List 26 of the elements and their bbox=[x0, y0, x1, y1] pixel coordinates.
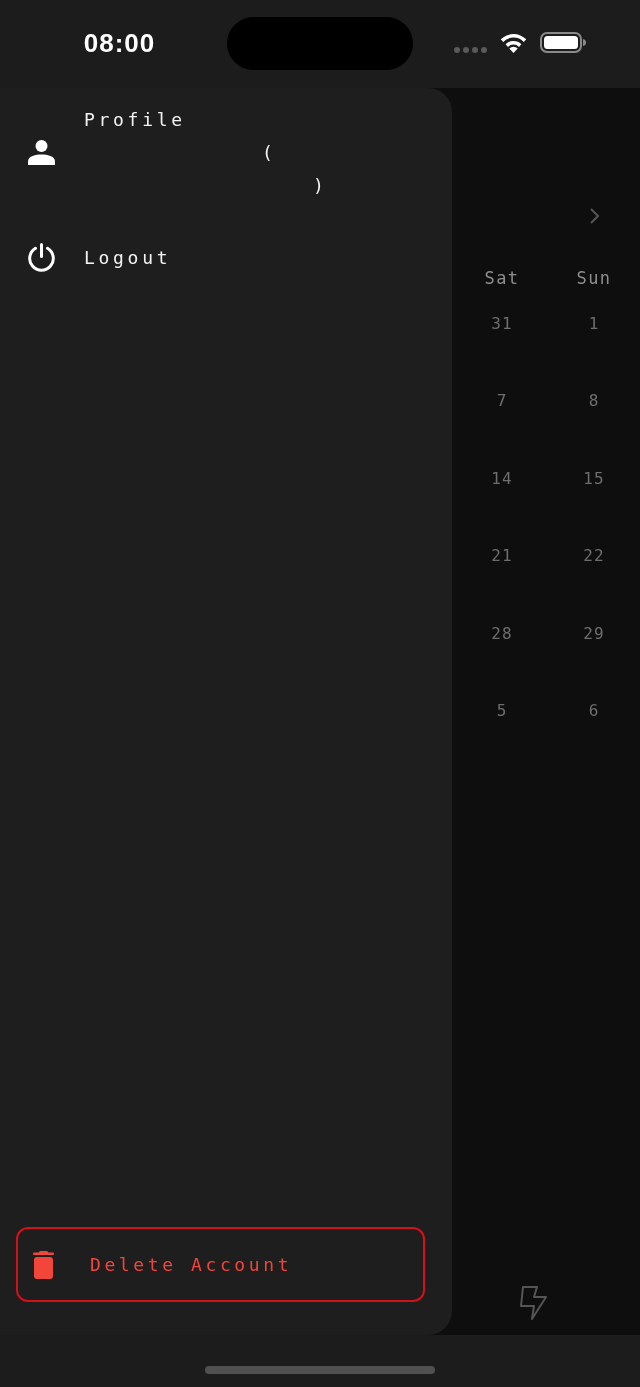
calendar-day[interactable]: 15 bbox=[583, 466, 605, 491]
calendar-day[interactable]: 7 bbox=[496, 389, 508, 414]
calendar-day[interactable]: 22 bbox=[583, 544, 605, 569]
trash-icon bbox=[33, 1250, 54, 1279]
calendar-day[interactable]: 8 bbox=[588, 389, 600, 414]
weekday-label: Sun bbox=[576, 267, 612, 290]
wifi-icon bbox=[500, 32, 527, 53]
calendar-day[interactable]: 28 bbox=[491, 621, 513, 646]
calendar-day[interactable]: 6 bbox=[588, 698, 600, 723]
weekday-label: Sat bbox=[484, 267, 520, 290]
battery-icon bbox=[540, 32, 586, 53]
calendar-day[interactable]: 21 bbox=[491, 544, 513, 569]
logout-menu-item[interactable]: Logout bbox=[0, 241, 172, 274]
signal-icon bbox=[454, 46, 487, 53]
chevron-right-icon[interactable] bbox=[589, 208, 599, 224]
calendar-day[interactable]: 14 bbox=[491, 466, 513, 491]
delete-account-button[interactable]: Delete Account bbox=[16, 1227, 425, 1302]
profile-menu-item[interactable]: Profile ( ) bbox=[0, 103, 328, 202]
calendar-day[interactable]: 5 bbox=[496, 698, 508, 723]
lightning-icon[interactable] bbox=[520, 1286, 548, 1320]
calendar-day[interactable]: 31 bbox=[491, 312, 513, 336]
person-icon bbox=[28, 140, 55, 165]
calendar-day[interactable]: 1 bbox=[588, 312, 600, 336]
calendar-day[interactable]: 29 bbox=[583, 621, 605, 646]
status-time: 08:00 bbox=[82, 27, 156, 59]
power-icon bbox=[27, 243, 56, 272]
